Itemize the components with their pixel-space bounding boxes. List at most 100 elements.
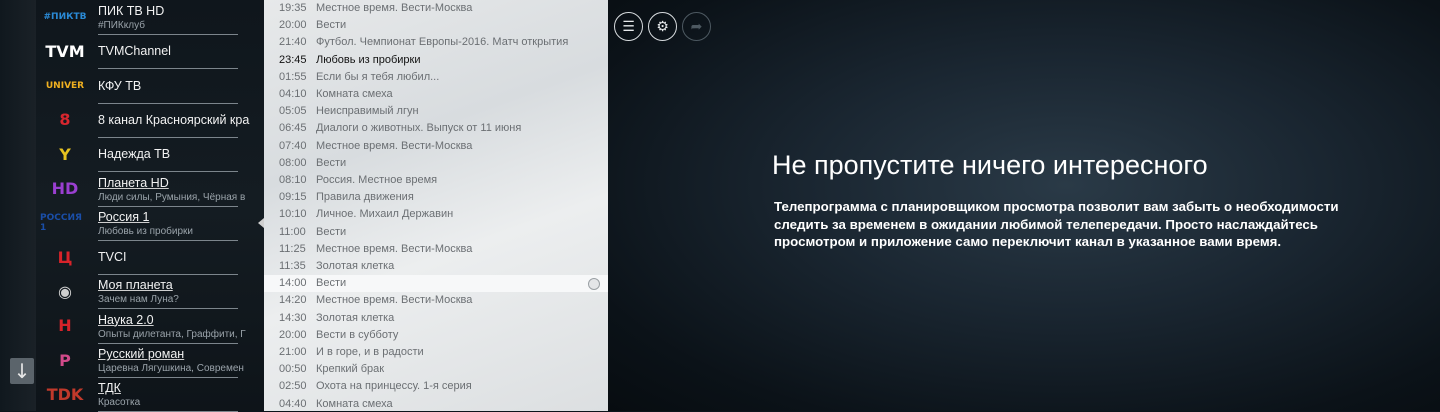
program-row[interactable]: 21:00 И в горе, и в радости (264, 344, 608, 361)
program-row[interactable]: 07:40 Местное время. Вести-Москва (264, 138, 608, 155)
program-time: 14:20 (279, 294, 307, 307)
program-title: Крепкий брак (316, 363, 385, 376)
channel-row[interactable]: P Русский роман Царевна Лягушкина, Совреме… (36, 343, 264, 378)
channel-logo-text: P (59, 350, 71, 370)
channel-current-program: Красотка (98, 397, 141, 409)
channel-row[interactable]: Н Наука 2.0 Опыты дилетанта, Граффити, Г (36, 309, 264, 344)
program-title: Правила движения (316, 191, 414, 204)
channel-logo: ◉ (40, 276, 90, 306)
channel-current-program: Любовь из пробирки (98, 225, 193, 237)
channel-row[interactable]: #ПИКТВ ПИК ТВ HD #ПИКклуб (36, 0, 264, 35)
program-title: Если бы я тебя любил... (316, 70, 440, 83)
program-row[interactable]: 14:00 Вести (264, 275, 608, 293)
channel-name: Планета HD (98, 175, 169, 190)
channel-logo: 8 (40, 105, 90, 135)
channel-name: TVCI (98, 250, 127, 265)
program-row[interactable]: 00:50 Крепкий брак (264, 361, 608, 378)
program-time: 19:35 (279, 2, 307, 14)
program-title: Любовь из пробирки (316, 53, 421, 66)
program-time: 14:30 (279, 311, 307, 324)
program-row[interactable]: 04:10 Комната смеха (264, 86, 608, 103)
channel-row[interactable]: TVM TVMChannel (36, 34, 264, 70)
program-time: 11:35 (279, 260, 306, 272)
program-time: 06:45 (279, 122, 307, 135)
program-row[interactable]: 21:40 Футбол. Чемпионат Европы-2016. Матч… (264, 34, 608, 51)
program-row[interactable]: 08:10 Россия. Местное время (264, 172, 608, 189)
program-row[interactable]: 19:35 Местное время. Вести-Москва (264, 0, 608, 17)
program-row[interactable]: 14:20 Местное время. Вести-Москва (264, 292, 608, 309)
program-row[interactable]: 02:50 Охота на принцессу. 1-я серия (264, 378, 608, 395)
channel-row[interactable]: TDK ТДК Красотка (36, 377, 264, 412)
reminder-icon[interactable] (588, 278, 600, 291)
program-title: Вести (316, 156, 347, 169)
program-title: Вести в субботу (316, 328, 399, 341)
channel-name: TVMChannel (98, 44, 171, 59)
program-title: Футбол. Чемпионат Европы-2016. Матч откр… (316, 36, 569, 49)
scroll-down-button[interactable]: ↓ (10, 358, 34, 384)
program-row[interactable]: 20:00 Вести в субботу (264, 327, 608, 344)
gear-icon: ⚙ (656, 18, 669, 35)
channel-row[interactable]: ◉ Моя планета Зачем нам Луна? (36, 274, 264, 310)
channel-logo-text: 8 (59, 110, 71, 130)
program-time: 11:00 (279, 225, 306, 238)
channel-logo-text: ◉ (58, 281, 72, 301)
channel-logo: TVM (40, 36, 90, 66)
program-time: 08:10 (279, 174, 307, 186)
program-row[interactable]: 06:45 Диалоги о животных. Выпуск от 11 ию… (264, 120, 608, 137)
program-title: Комната смеха (316, 397, 393, 410)
program-row[interactable]: 01:55 Если бы я тебя любил... (264, 69, 608, 86)
program-row[interactable]: 14:30 Золотая клетка (264, 310, 608, 327)
channel-current-program: Зачем нам Луна? (98, 294, 179, 306)
channel-logo-text: Н (58, 316, 72, 336)
program-row[interactable]: 11:25 Местное время. Вести-Москва (264, 241, 608, 258)
channel-logo: #ПИКТВ (40, 2, 90, 32)
program-row[interactable]: 05:05 Неисправимый лгун (264, 103, 608, 120)
arrow-down-icon: ↓ (13, 359, 31, 383)
program-time: 20:00 (279, 328, 307, 341)
program-row[interactable]: 23:45 Любовь из пробирки (264, 52, 608, 69)
channel-row[interactable]: Y Надежда ТВ (36, 137, 264, 173)
channel-row[interactable]: 8 8 канал Красноярский кра (36, 103, 264, 138)
channel-row[interactable]: HD Планета HD Люди силы, Румыния, Чёрная в (36, 172, 264, 207)
channel-logo: РОССИЯ 1 (40, 208, 90, 238)
program-time: 00:50 (279, 363, 307, 376)
channel-name: Наука 2.0 (98, 312, 154, 327)
promo-title: Не пропустите ничего интересного (772, 150, 1208, 180)
channel-logo-text: РОССИЯ 1 (40, 212, 82, 233)
program-row[interactable]: 20:00 Вести (264, 17, 608, 34)
program-row[interactable]: 10:10 Личное. Михаил Державин (264, 206, 608, 223)
program-row[interactable]: 04:40 Комната смеха (264, 396, 608, 411)
program-time: 20:00 (279, 19, 307, 32)
channel-name: Надежда ТВ (98, 147, 171, 162)
program-time: 14:00 (279, 277, 307, 290)
settings-button[interactable]: ⚙ (648, 12, 677, 41)
program-row[interactable]: 11:00 Вести (264, 224, 608, 241)
channel-name: 8 канал Красноярский кра (98, 112, 250, 127)
program-time: 21:40 (279, 36, 307, 49)
channel-logo-text: UNIVER (45, 80, 85, 91)
channel-current-program: #ПИКклуб (98, 20, 145, 31)
channel-logo: P (40, 345, 90, 375)
list-view-button[interactable]: ☰ (614, 12, 643, 41)
channel-row[interactable]: Ц TVCI (36, 240, 264, 276)
list-icon: ☰ (622, 18, 635, 35)
channel-row[interactable]: UNIVER КФУ ТВ (36, 69, 264, 104)
channel-list: #ПИКТВ ПИК ТВ HD #ПИКклуб TVM TVMChannel UNIV… (36, 0, 264, 412)
share-icon: ➦ (690, 18, 703, 35)
program-row[interactable]: 09:15 Правила движения (264, 189, 608, 206)
channel-logo: HD (40, 174, 90, 204)
share-button[interactable]: ➦ (682, 12, 711, 41)
left-nav-strip: ↓ (0, 0, 36, 411)
channel-row[interactable]: РОССИЯ 1 Россия 1 Любовь из пробирки (36, 206, 264, 241)
channel-current-program: Царевна Лягушкина, Современ (98, 363, 244, 374)
channel-logo-text: HD (51, 179, 79, 198)
program-row[interactable]: 11:35 Золотая клетка (264, 258, 608, 275)
channel-logo-text: TDK (46, 384, 84, 404)
channel-logo: UNIVER (40, 71, 90, 101)
program-title: Неисправимый лгун (316, 105, 419, 118)
channel-name: Моя планета (98, 278, 173, 293)
program-title: Местное время. Вести-Москва (316, 294, 473, 307)
program-title: Охота на принцессу. 1-я серия (316, 380, 472, 393)
program-title: Диалоги о животных. Выпуск от 11 июня (316, 122, 522, 135)
program-row[interactable]: 08:00 Вести (264, 155, 608, 172)
